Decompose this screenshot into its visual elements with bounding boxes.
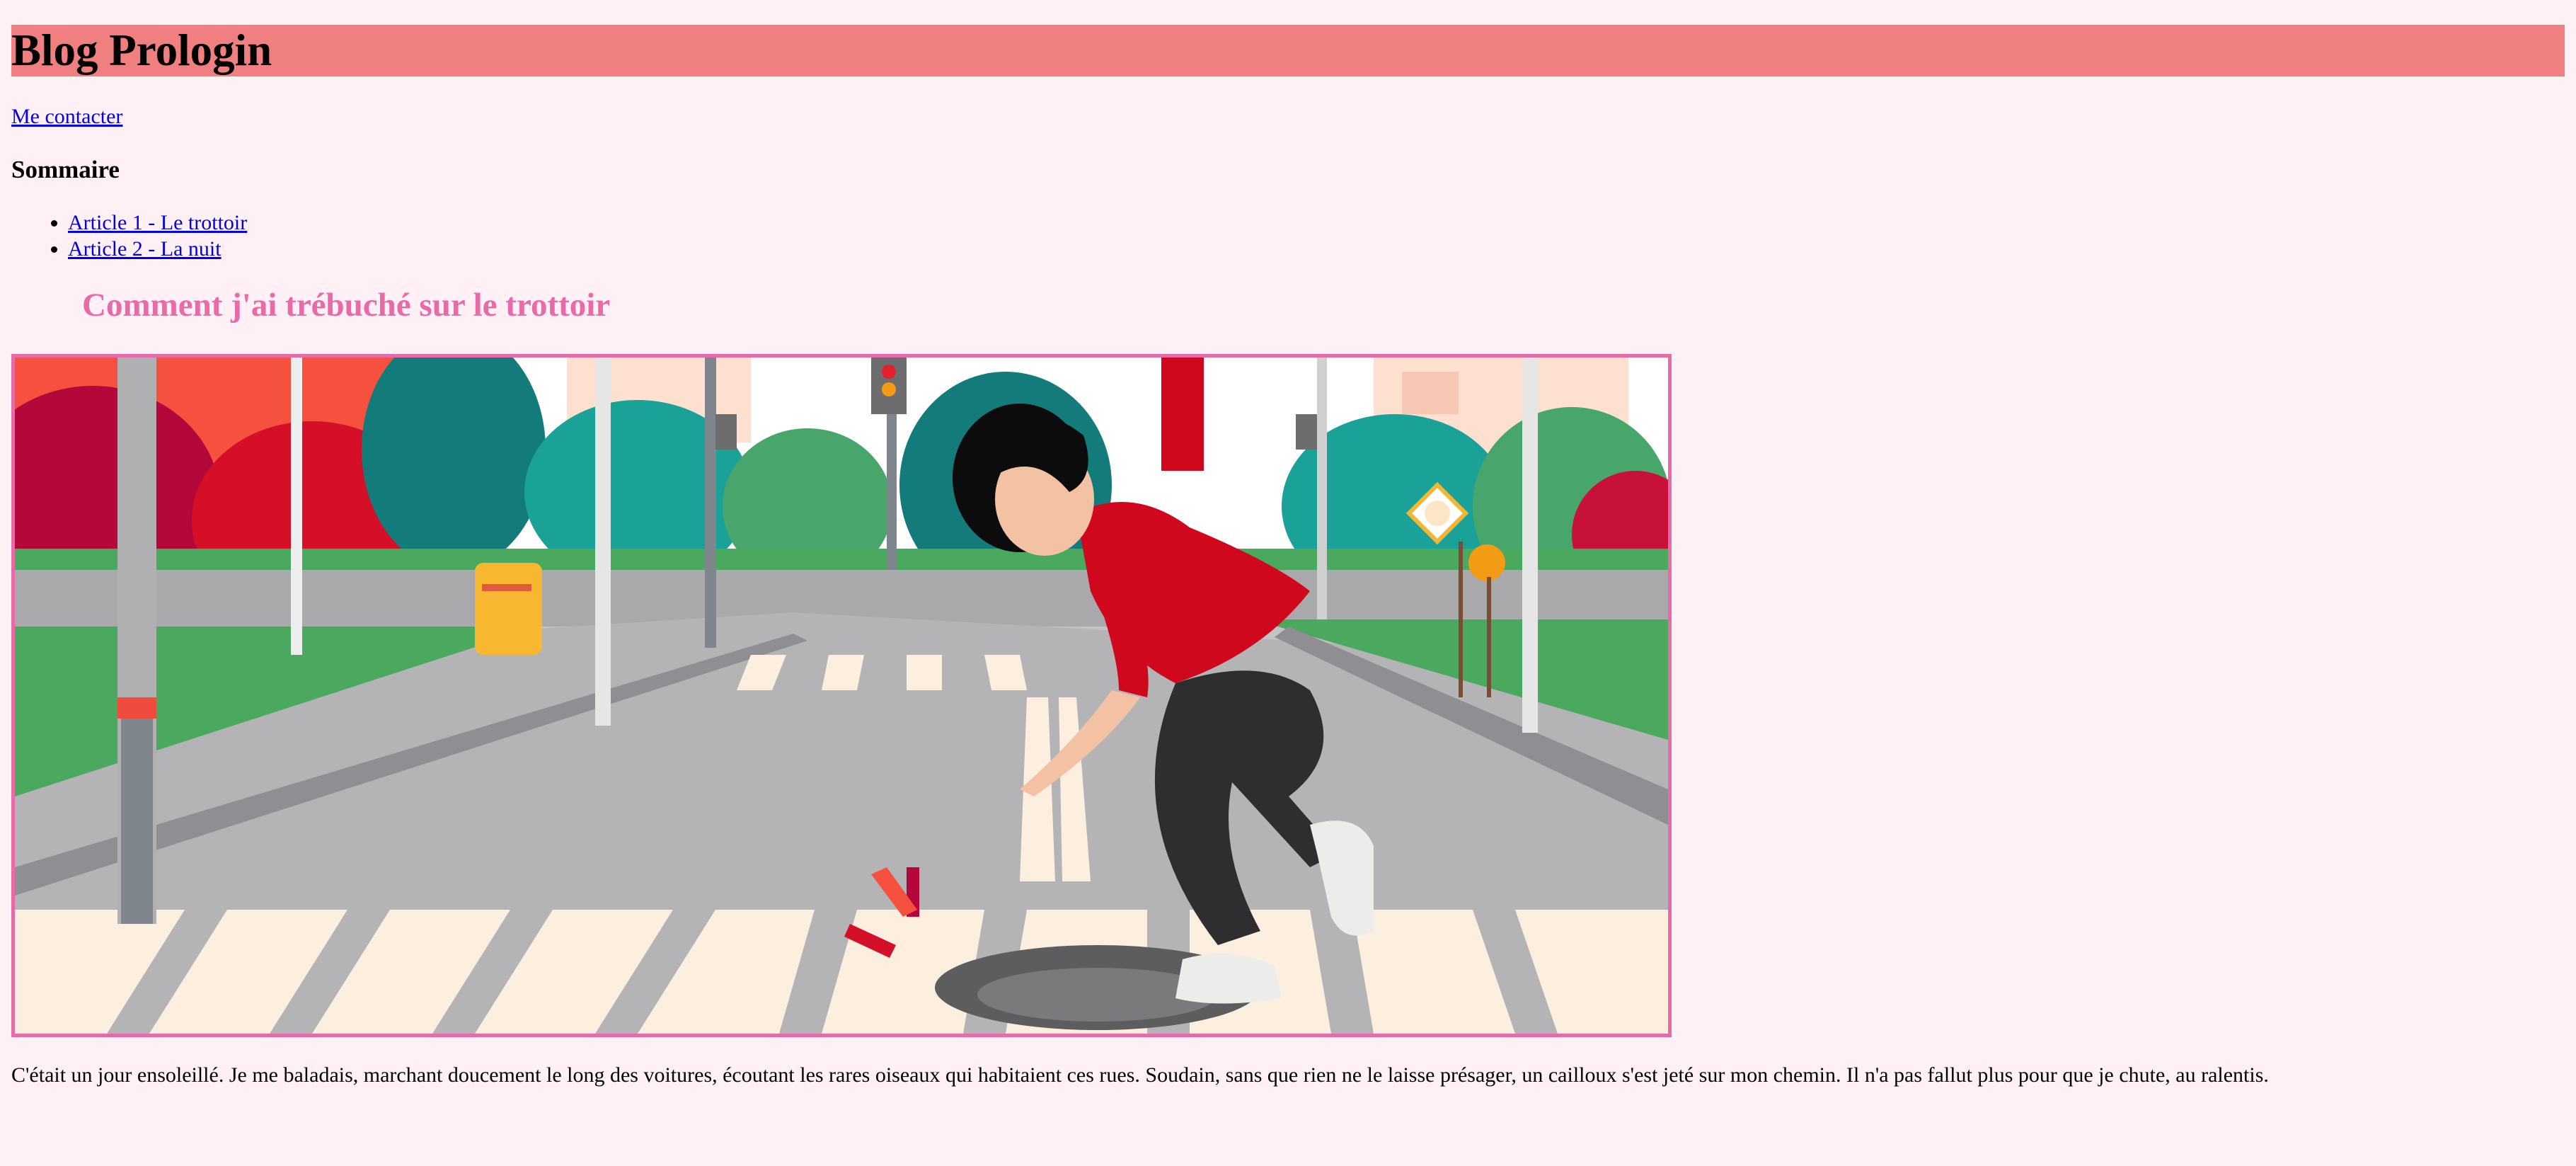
toc-list: Article 1 - Le trottoir Article 2 - La n…: [11, 210, 2565, 262]
page: Blog Prologin Me contacter Sommaire Arti…: [0, 25, 2576, 1089]
article-body: C'était un jour ensoleillé. Je me balada…: [11, 1063, 2269, 1087]
street-fall-illustration: [15, 358, 1668, 1034]
site-header: Blog Prologin: [11, 25, 2565, 76]
toc-link-article-1[interactable]: Article 1 - Le trottoir: [68, 211, 247, 234]
toc-heading: Sommaire: [11, 156, 120, 183]
contact-link[interactable]: Me contacter: [11, 105, 122, 129]
toc-item: Article 2 - La nuit: [68, 236, 2565, 262]
article-illustration: [11, 354, 1672, 1037]
article-title: Comment j'ai trébuché sur le trottoir: [82, 287, 611, 324]
toc-link-article-2[interactable]: Article 2 - La nuit: [68, 237, 222, 261]
toc-item: Article 1 - Le trottoir: [68, 210, 2565, 236]
site-title: Blog Prologin: [11, 25, 272, 75]
